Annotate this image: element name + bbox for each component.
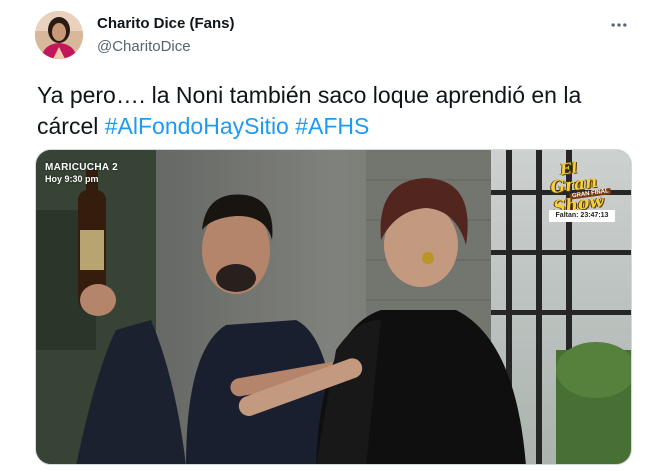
hashtag-link[interactable]: #AlFondoHaySitio	[105, 113, 289, 139]
countdown-label: Faltan: 23:47:13	[549, 210, 615, 222]
avatar[interactable]	[35, 11, 83, 59]
author-handle[interactable]: @CharitoDice	[97, 37, 235, 57]
avatar-image	[35, 11, 83, 59]
hashtag-link[interactable]: #AFHS	[295, 113, 369, 139]
show-logo: El Gran Show GRAN FINAL	[545, 154, 617, 218]
tweet-text: Ya pero…. la Noni también saco loque apr…	[37, 80, 637, 142]
more-horizontal-icon	[611, 23, 627, 27]
video-time-label: Hoy 9:30 pm	[45, 174, 99, 184]
tweet-card: Charito Dice (Fans) @CharitoDice Ya pero…	[0, 0, 662, 471]
tweet-media[interactable]: MARICUCHA 2 Hoy 9:30 pm El Gran Show GRA…	[35, 149, 632, 465]
more-options-button[interactable]	[606, 12, 632, 38]
video-still-image	[36, 150, 631, 464]
video-channel-label: MARICUCHA 2	[45, 162, 118, 173]
author-display-name[interactable]: Charito Dice (Fans)	[97, 14, 235, 34]
author-info: Charito Dice (Fans) @CharitoDice	[97, 14, 235, 57]
